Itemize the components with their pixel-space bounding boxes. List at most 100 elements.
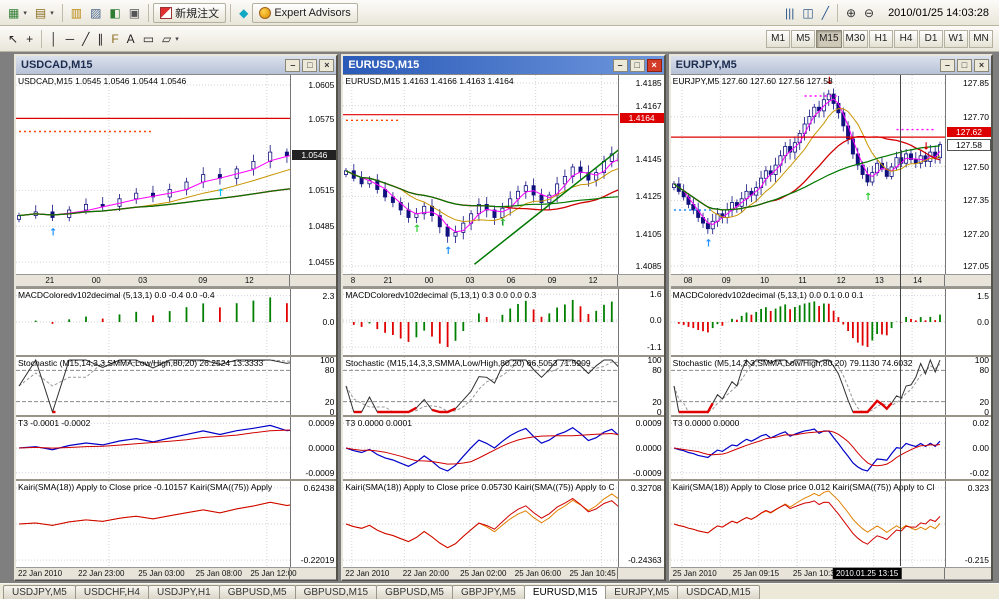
window-close-button[interactable]: × bbox=[646, 58, 662, 72]
stoch-price-scale[interactable]: 100 80 20 0 bbox=[290, 355, 337, 417]
stoch-indicator-label: Stochastic (M15,14,3,3,SMMA,Low/High,80,… bbox=[345, 358, 591, 368]
chart-tab-gbpusd-m15[interactable]: GBPUSD,M15 bbox=[294, 585, 378, 599]
macd-panel[interactable]: 1.6 0.0 -1.1 MACDColoredv102decimal (5,13,1… bbox=[343, 289, 664, 355]
timeframe-m5[interactable]: M5 bbox=[791, 29, 816, 48]
window-restore-button[interactable]: □ bbox=[302, 58, 318, 72]
toolbar-separator bbox=[836, 3, 838, 22]
macd-price-scale[interactable]: 1.6 0.0 -1.1 bbox=[617, 289, 664, 355]
t3-price-scale[interactable]: 0.0009 0.0000 -0.0009 bbox=[617, 417, 664, 479]
metaeditor-button[interactable]: ◆ bbox=[235, 3, 252, 23]
chart-tab-eurusd-m15[interactable]: EURUSD,M15 bbox=[523, 585, 607, 599]
scale-label: 1.0515 bbox=[308, 185, 335, 196]
macd-price-scale[interactable]: 1.5 0.0 bbox=[944, 289, 991, 355]
timeframe-h1[interactable]: H1 bbox=[869, 29, 893, 48]
navigator-button[interactable]: ◧ bbox=[105, 3, 124, 23]
timeframe-mn[interactable]: MN bbox=[969, 29, 993, 48]
time-tick: 21 bbox=[383, 276, 393, 285]
terminal-button[interactable]: ▣ bbox=[125, 3, 144, 23]
chart-tab-usdcad-m15[interactable]: USDCAD,M15 bbox=[677, 585, 760, 599]
timeframe-m15[interactable]: M15 bbox=[816, 29, 842, 48]
timeframe-w1[interactable]: W1 bbox=[944, 29, 968, 48]
data-window-button[interactable]: ▨ bbox=[86, 3, 105, 23]
kairi-panel[interactable]: 0.32708 -0.24363 Kairi(SMA(18)) Apply to C… bbox=[343, 481, 664, 567]
window-titlebar-eurusd[interactable]: EURUSD,M15 – □ × bbox=[343, 56, 664, 74]
timeframe-d1[interactable]: D1 bbox=[919, 29, 943, 48]
chart-tab-usdchf-h4[interactable]: USDCHF,H4 bbox=[74, 585, 149, 599]
main-chart-plot[interactable]: ↑↑↓ bbox=[16, 75, 291, 274]
stoch-price-scale[interactable]: 100 80 20 0 bbox=[617, 355, 664, 417]
zoom-in-button[interactable]: ⊕ bbox=[842, 3, 860, 23]
chart-candlesticks-button[interactable]: ◫ bbox=[798, 3, 817, 23]
window-restore-button[interactable]: □ bbox=[629, 58, 645, 72]
t3-panel[interactable]: 0.0009 0.0000 -0.0009 T3 -0.0001 -0.0002 bbox=[16, 417, 337, 479]
fibonacci-tool-button[interactable]: F bbox=[107, 29, 122, 49]
horizontal-line-tool-button[interactable]: ─ bbox=[62, 29, 79, 49]
chart-tab-gbpjpy-m5[interactable]: GBPJPY,M5 bbox=[451, 585, 525, 599]
macd-price-scale[interactable]: 2.3 0.0 bbox=[290, 289, 337, 355]
kairi-plot[interactable] bbox=[343, 481, 618, 567]
window-titlebar-eurjpy[interactable]: EURJPY,M5 – □ × bbox=[670, 56, 991, 74]
timeframe-m1[interactable]: M1 bbox=[766, 29, 791, 48]
t3-price-scale[interactable]: 0.02 0.00 -0.02 bbox=[944, 417, 991, 479]
main-chart-price-scale[interactable]: 1.0605 1.0575 1.0515 1.0485 1.0455 1.0546 bbox=[290, 75, 337, 274]
crosshair-tool-button[interactable]: + bbox=[22, 29, 37, 49]
window-minimize-button[interactable]: – bbox=[612, 58, 628, 72]
stoch-panel[interactable]: 100 80 20 0 Stochastic (M15,14,3,3,SMMA,Low/… bbox=[16, 355, 337, 417]
zoom-out-button[interactable]: ⊖ bbox=[860, 3, 878, 23]
chart-bars-button[interactable]: ||| bbox=[781, 3, 798, 23]
stoch-price-scale[interactable]: 100 80 20 0 bbox=[944, 355, 991, 417]
window-titlebar-usdcad[interactable]: USDCAD,M15 – □ × bbox=[16, 56, 337, 74]
timeframe-m30[interactable]: M30 bbox=[842, 29, 868, 48]
stoch-panel[interactable]: 100 80 20 0 Stochastic (M15,14,3,3,SMMA,Low/… bbox=[343, 355, 664, 417]
chart-tab-gbpusd-m5[interactable]: GBPUSD,M5 bbox=[376, 585, 453, 599]
window-controls: – □ × bbox=[939, 58, 989, 72]
window-close-button[interactable]: × bbox=[973, 58, 989, 72]
kairi-panel[interactable]: 0.323 -0.215 Kairi(SMA(18)) Apply to Close… bbox=[670, 481, 991, 567]
main-chart-panel[interactable]: ↑↑↑↓1.41851.41671.41451.41251.41051.4085… bbox=[343, 75, 664, 274]
kairi-plot[interactable] bbox=[16, 481, 291, 567]
main-chart-panel[interactable]: ↑ ↓ ↑ ↓ 127.85 127.70 127.50 127.35 127.20 127.05… bbox=[670, 75, 991, 274]
window-minimize-button[interactable]: – bbox=[939, 58, 955, 72]
time-tick: 00 bbox=[91, 276, 101, 285]
current-price-box: 1.4164 bbox=[619, 112, 664, 123]
kairi-price-scale[interactable]: 0.32708 -0.24363 bbox=[617, 481, 664, 567]
shapes-tool-button[interactable]: ▱ ▾ bbox=[158, 29, 183, 49]
kairi-panel[interactable]: 0.62438 -0.22019 Kairi(SMA(18)) Apply to C… bbox=[16, 481, 337, 567]
cursor-tool-button[interactable]: ↖ bbox=[4, 29, 22, 49]
window-close-button[interactable]: × bbox=[319, 58, 335, 72]
chart-tab-eurjpy-m5[interactable]: EURJPY,M5 bbox=[605, 585, 679, 599]
macd-indicator-label: MACDColoredv102decimal (5,13,1) 0.0 -0.4… bbox=[18, 290, 215, 300]
label-tool-button[interactable]: ▭ bbox=[139, 29, 158, 49]
chart-tab-usdjpy-m5[interactable]: USDJPY,M5 bbox=[3, 585, 76, 599]
stoch-panel[interactable]: 100 80 20 0 Stochastic (M5,14,3,3,SMMA,Low/H… bbox=[670, 355, 991, 417]
main-chart-plot[interactable]: ↑ ↓ ↑ ↓ bbox=[670, 75, 945, 274]
chart-tab-usdjpy-h1[interactable]: USDJPY,H1 bbox=[147, 585, 220, 599]
kairi-plot[interactable] bbox=[670, 481, 945, 567]
expert-advisors-button[interactable]: Expert Advisors bbox=[252, 2, 358, 23]
main-chart-plot[interactable]: ↑↑↑↓ bbox=[343, 75, 618, 274]
market-watch-button[interactable]: ▥ bbox=[67, 3, 86, 23]
channel-tool-button[interactable]: ∥ bbox=[93, 29, 107, 49]
profiles-button[interactable]: ▤ ▾ bbox=[31, 3, 58, 23]
timeframe-h4[interactable]: H4 bbox=[894, 29, 918, 48]
main-chart-price-scale[interactable]: 1.4185 1.4167 1.4145 1.4125 1.4105 1.4085 1.41… bbox=[617, 75, 664, 274]
window-restore-button[interactable]: □ bbox=[956, 58, 972, 72]
window-minimize-button[interactable]: – bbox=[285, 58, 301, 72]
chart-tab-gbpusd-m5[interactable]: GBPUSD,M5 bbox=[218, 585, 296, 599]
kairi-price-scale[interactable]: 0.62438 -0.22019 bbox=[290, 481, 337, 567]
main-chart-price-scale[interactable]: 127.85 127.70 127.50 127.35 127.20 127.05 127.… bbox=[944, 75, 991, 274]
main-chart-panel[interactable]: ↑↑↓1.06051.05751.05151.04851.04551.0546U… bbox=[16, 75, 337, 274]
text-tool-button[interactable]: A bbox=[123, 29, 139, 49]
toolbar-drawing-tools: ↖ + │ ─ ╱ ∥ F A ▭ ▱ ▾ M1 M5 M15 M30 H1 H4 D1 W1 MN bbox=[0, 26, 999, 52]
new-chart-button[interactable]: ▦ ▾ bbox=[4, 3, 31, 23]
t3-panel[interactable]: 0.0009 0.0000 -0.0009 T3 0.0000 0.0001 bbox=[343, 417, 664, 479]
vertical-line-tool-button[interactable]: │ bbox=[46, 29, 62, 49]
macd-panel[interactable]: 1.5 0.0 MACDColoredv102decimal (5,13,1) 0.… bbox=[670, 289, 991, 355]
chart-line-button[interactable]: ╱ bbox=[818, 3, 833, 23]
trendline-tool-button[interactable]: ╱ bbox=[78, 29, 93, 49]
kairi-price-scale[interactable]: 0.323 -0.215 bbox=[944, 481, 991, 567]
t3-panel[interactable]: 0.02 0.00 -0.02 T3 0.0000 0.0000 bbox=[670, 417, 991, 479]
new-order-button[interactable]: 新規注文 bbox=[153, 2, 227, 23]
t3-price-scale[interactable]: 0.0009 0.0000 -0.0009 bbox=[290, 417, 337, 479]
macd-panel[interactable]: 2.3 0.0 MACDColoredv102decimal (5,13,1) 0.… bbox=[16, 289, 337, 355]
